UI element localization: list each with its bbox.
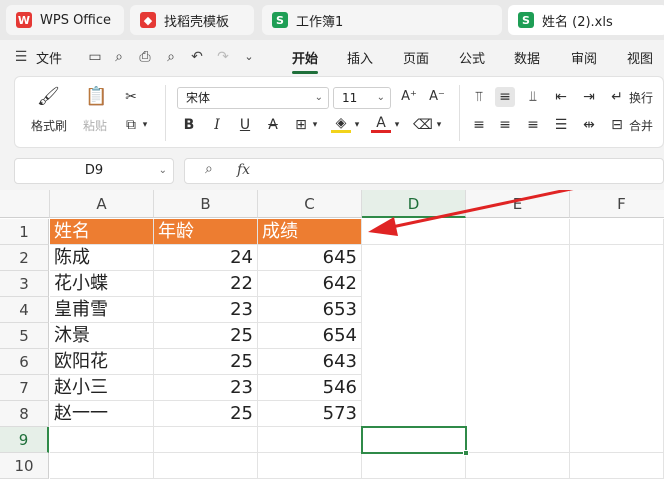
ribbon-divider [459,85,460,141]
share-icon[interactable]: ⌕ [110,48,128,66]
menu-hamburger-icon[interactable]: ☰ [12,48,30,66]
tab-label: 找稻壳模板 [164,14,230,30]
wrap-text-icon: ↵ [611,89,623,105]
indent-increase-icon[interactable]: ⇥ [579,87,599,107]
font-name-value: 宋体 [186,91,211,105]
fill-color-icon[interactable]: ◈ [331,115,351,133]
increase-font-icon[interactable]: A⁺ [399,87,419,107]
tab-workbook1[interactable]: S 工作簿1 [262,5,502,35]
print-icon[interactable]: ⎙ [136,48,154,66]
font-color-icon[interactable]: A [371,115,391,133]
chevron-down-icon: ⌄ [314,92,323,103]
cut-icon[interactable]: ✂ [121,87,141,107]
undo-icon[interactable]: ↶ [188,48,206,66]
underline-button[interactable]: U [235,115,255,135]
chevron-down-icon[interactable]: ▾ [351,115,363,135]
active-tab-indicator [292,71,318,74]
bold-button[interactable]: B [179,115,199,135]
menu-view[interactable]: 视图 [627,48,653,67]
font-name-select[interactable]: 宋体 ⌄ [177,87,329,109]
tab-active-file[interactable]: S 姓名 (2).xls [508,5,664,35]
wrap-text-button[interactable]: 换行 [629,89,653,106]
menu-insert[interactable]: 插入 [347,48,373,67]
format-painter-icon: 🖌 [37,86,60,107]
justify-icon[interactable]: ☰ [551,115,571,135]
strikethrough-button[interactable]: A [263,115,283,135]
formula-bar: D9 ⌄ ⌕ fx [0,150,664,190]
zoom-search-icon[interactable]: ⌕ [205,161,213,177]
align-top-icon[interactable]: ⫪ [469,87,489,107]
clear-format-icon[interactable]: ⌫ [413,115,433,135]
formula-input[interactable]: ⌕ fx [184,158,664,184]
menu-bar: ☰ 文件 ▭ ⌕ ⎙ ⌕ ↶ ↷ ⌄ 开始 插入 页面 公式 数据 审阅 视图 [0,40,664,74]
home-ribbon: 🖌 格式刷 📋 粘贴 ✂ ⧉ ▾ 宋体 ⌄ 11 ⌄ A⁺ A⁻ B I U A… [14,76,664,148]
italic-button[interactable]: I [207,115,227,135]
tab-label: 姓名 (2).xls [542,14,613,30]
distribute-icon[interactable]: ⇹ [579,115,599,135]
chevron-down-icon[interactable]: ⌄ [240,48,258,66]
name-box-value: D9 [84,163,104,178]
chevron-down-icon[interactable]: ▾ [391,115,403,135]
align-right-icon[interactable]: ≡ [523,115,543,135]
ribbon-divider [165,85,166,141]
chevron-down-icon[interactable]: ⌄ [159,159,167,183]
menu-data[interactable]: 数据 [514,48,540,67]
print-preview-icon[interactable]: ⌕ [162,48,180,66]
function-button[interactable]: fx [237,162,250,178]
format-painter-button[interactable]: 格式刷 [29,117,69,134]
tab-label: WPS Office [40,12,112,28]
align-left-icon[interactable]: ≡ [469,115,489,135]
spreadsheet-icon: S [272,12,288,28]
borders-icon[interactable]: ⊞ [291,115,311,135]
chevron-down-icon[interactable]: ▾ [433,115,445,135]
indent-decrease-icon[interactable]: ⇤ [551,87,571,107]
chevron-down-icon[interactable]: ▾ [309,115,321,135]
wps-spreadsheet-window: W WPS Office ◆ 找稻壳模板 S 工作簿1 S 姓名 (2).xls… [0,0,664,486]
spreadsheet-grid: A B C D E F 1 2 3 4 5 6 7 8 9 10 姓名 年龄 成… [0,190,664,486]
menu-page[interactable]: 页面 [403,48,429,67]
name-box[interactable]: D9 ⌄ [14,158,174,184]
decrease-font-icon[interactable]: A⁻ [427,87,447,107]
merge-cells-icon: ⊟ [611,117,623,133]
align-bottom-icon[interactable]: ⫫ [523,87,543,107]
copy-icon[interactable]: ⧉ [121,115,141,135]
chevron-down-icon: ⌄ [376,92,385,103]
tab-docer-templates[interactable]: ◆ 找稻壳模板 [130,5,254,35]
tab-label: 工作簿1 [296,14,344,30]
tab-wps-office[interactable]: W WPS Office [6,5,124,35]
merge-button[interactable]: 合并 [629,117,653,134]
font-size-select[interactable]: 11 ⌄ [333,87,391,109]
save-icon[interactable]: ▭ [86,48,104,66]
align-center-icon[interactable]: ≡ [495,115,515,135]
align-middle-icon[interactable]: ≡ [495,87,515,107]
menu-home[interactable]: 开始 [292,48,318,67]
spreadsheet-icon: S [518,12,534,28]
document-tab-bar: W WPS Office ◆ 找稻壳模板 S 工作簿1 S 姓名 (2).xls [0,0,664,40]
docer-icon: ◆ [140,12,156,28]
annotation-arrow-icon [368,190,574,236]
font-size-value: 11 [342,91,358,105]
menu-review[interactable]: 审阅 [571,48,597,67]
menu-file[interactable]: 文件 [36,48,62,67]
chevron-down-icon[interactable]: ▾ [139,115,151,135]
menu-formula[interactable]: 公式 [459,48,485,67]
paste-button[interactable]: 粘贴 [77,117,113,134]
redo-icon[interactable]: ↷ [214,48,232,66]
paste-icon: 📋 [85,86,108,107]
wps-logo-icon: W [16,12,32,28]
